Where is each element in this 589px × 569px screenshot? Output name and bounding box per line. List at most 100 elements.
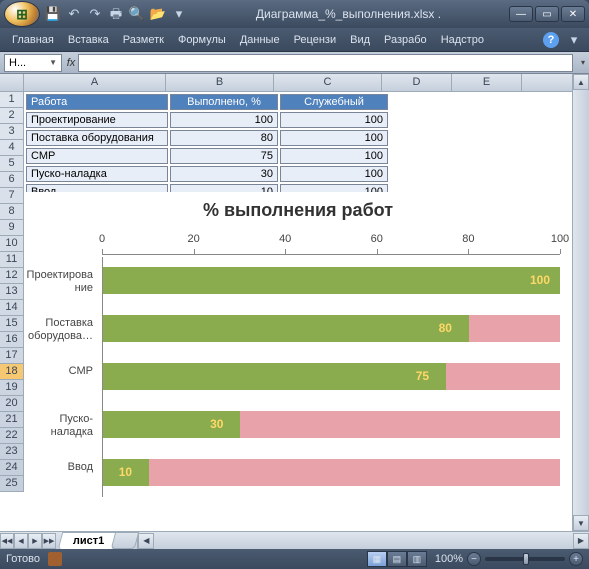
tab-nav-prev-icon[interactable]: ◀ (14, 533, 28, 549)
formula-input[interactable] (78, 54, 573, 72)
new-sheet-tab[interactable] (111, 532, 140, 549)
tab-data[interactable]: Данные (234, 32, 286, 48)
cell-pct[interactable]: 100 (170, 112, 278, 128)
row-header[interactable]: 21 (0, 412, 23, 428)
row-header[interactable]: 25 (0, 476, 23, 492)
cell-svc[interactable]: 100 (280, 166, 388, 182)
tab-review[interactable]: Рецензи (288, 32, 343, 48)
vertical-scrollbar[interactable]: ▲ ▼ (572, 74, 589, 531)
macro-record-icon[interactable] (48, 552, 62, 566)
quick-access-toolbar: 💾 ↶ ↷ 🖶 🔍 📂 ▾ (44, 5, 188, 23)
cell-grid[interactable]: Работа Выполнено, % Служебный Проектиров… (24, 92, 572, 531)
row-header[interactable]: 13 (0, 284, 23, 300)
row-header[interactable]: 3 (0, 124, 23, 140)
select-all-corner[interactable] (0, 74, 24, 92)
row-header[interactable]: 8 (0, 204, 23, 220)
th-work[interactable]: Работа (26, 94, 168, 110)
view-layout-icon[interactable]: ▤ (387, 551, 407, 567)
col-header-C[interactable]: C (274, 74, 382, 91)
formula-expand-icon[interactable]: ▾ (577, 58, 589, 67)
open-icon[interactable]: 📂 (149, 5, 167, 23)
tab-developer[interactable]: Разрабо (378, 32, 433, 48)
row-header[interactable]: 19 (0, 380, 23, 396)
tab-nav-next-icon[interactable]: ▶ (28, 533, 42, 549)
row-header[interactable]: 14 (0, 300, 23, 316)
col-header-A[interactable]: A (24, 74, 166, 91)
cell-name[interactable]: Пуско-наладка (26, 166, 168, 182)
print-icon[interactable]: 🖶 (107, 5, 125, 23)
cell-pct[interactable]: 80 (170, 130, 278, 146)
row-header[interactable]: 22 (0, 428, 23, 444)
chart[interactable]: % выполнения работ 020406080100 100Проек… (24, 192, 572, 531)
cell-pct[interactable]: 75 (170, 148, 278, 164)
name-box-dropdown-icon[interactable]: ▼ (49, 58, 57, 67)
zoom-out-button[interactable]: − (467, 552, 481, 566)
row-header[interactable]: 2 (0, 108, 23, 124)
scroll-right-icon[interactable]: ▶ (573, 533, 589, 549)
col-header-D[interactable]: D (382, 74, 452, 91)
scroll-up-icon[interactable]: ▲ (573, 74, 589, 90)
close-button[interactable]: ✕ (561, 6, 585, 22)
zoom-percent[interactable]: 100% (435, 553, 463, 565)
tab-insert[interactable]: Вставка (62, 32, 115, 48)
zoom-in-button[interactable]: + (569, 552, 583, 566)
cell-svc[interactable]: 100 (280, 112, 388, 128)
row-header[interactable]: 6 (0, 172, 23, 188)
preview-icon[interactable]: 🔍 (128, 5, 146, 23)
redo-icon[interactable]: ↷ (86, 5, 104, 23)
fx-icon[interactable]: fx (64, 57, 78, 69)
view-break-icon[interactable]: ▥ (407, 551, 427, 567)
row-header[interactable]: 24 (0, 460, 23, 476)
cell-pct[interactable]: 30 (170, 166, 278, 182)
row-header[interactable]: 20 (0, 396, 23, 412)
scroll-left-icon[interactable]: ◀ (138, 533, 154, 549)
table-row: Поставка оборудования80100 (26, 130, 388, 146)
undo-icon[interactable]: ↶ (65, 5, 83, 23)
row-header[interactable]: 5 (0, 156, 23, 172)
bar-data-label: 10 (119, 465, 132, 479)
qat-more-icon[interactable]: ▾ (170, 5, 188, 23)
name-box[interactable]: Н... ▼ (4, 54, 62, 72)
row-header[interactable]: 1 (0, 92, 23, 108)
row-header[interactable]: 18 (0, 364, 23, 380)
cell-svc[interactable]: 100 (280, 130, 388, 146)
th-pct[interactable]: Выполнено, % (170, 94, 278, 110)
office-button[interactable]: ⊞ (4, 1, 40, 27)
zoom-slider[interactable] (485, 557, 565, 561)
row-header[interactable]: 7 (0, 188, 23, 204)
cell-name[interactable]: Проектирование (26, 112, 168, 128)
sheet-tab[interactable]: лист1 (58, 532, 120, 549)
tab-view[interactable]: Вид (344, 32, 376, 48)
row-header[interactable]: 9 (0, 220, 23, 236)
maximize-button[interactable]: ▭ (535, 6, 559, 22)
row-header[interactable]: 15 (0, 316, 23, 332)
tab-layout[interactable]: Разметк (117, 32, 170, 48)
row-header[interactable]: 17 (0, 348, 23, 364)
zoom-thumb[interactable] (523, 553, 529, 565)
minimize-button[interactable]: — (509, 6, 533, 22)
col-header-B[interactable]: B (166, 74, 274, 91)
col-header-E[interactable]: E (452, 74, 522, 91)
cell-svc[interactable]: 100 (280, 148, 388, 164)
tab-home[interactable]: Главная (6, 32, 60, 48)
tab-addins[interactable]: Надстро (435, 32, 490, 48)
cell-name[interactable]: СМР (26, 148, 168, 164)
scroll-down-icon[interactable]: ▼ (573, 515, 589, 531)
help-icon[interactable]: ? (543, 32, 559, 48)
row-header[interactable]: 23 (0, 444, 23, 460)
horizontal-scrollbar[interactable]: ◀ ▶ (137, 532, 589, 549)
cell-name[interactable]: Поставка оборудования (26, 130, 168, 146)
row-header[interactable]: 10 (0, 236, 23, 252)
row-header[interactable]: 12 (0, 268, 23, 284)
x-tick-label: 40 (279, 233, 291, 245)
tab-nav-last-icon[interactable]: ▶▶ (42, 533, 56, 549)
tab-formulas[interactable]: Формулы (172, 32, 232, 48)
row-header[interactable]: 4 (0, 140, 23, 156)
row-header[interactable]: 16 (0, 332, 23, 348)
save-icon[interactable]: 💾 (44, 5, 62, 23)
view-normal-icon[interactable]: ▦ (367, 551, 387, 567)
row-header[interactable]: 11 (0, 252, 23, 268)
ribbon-min-icon[interactable]: ▾ (565, 31, 583, 49)
tab-nav-first-icon[interactable]: ◀◀ (0, 533, 14, 549)
th-svc[interactable]: Служебный (280, 94, 388, 110)
